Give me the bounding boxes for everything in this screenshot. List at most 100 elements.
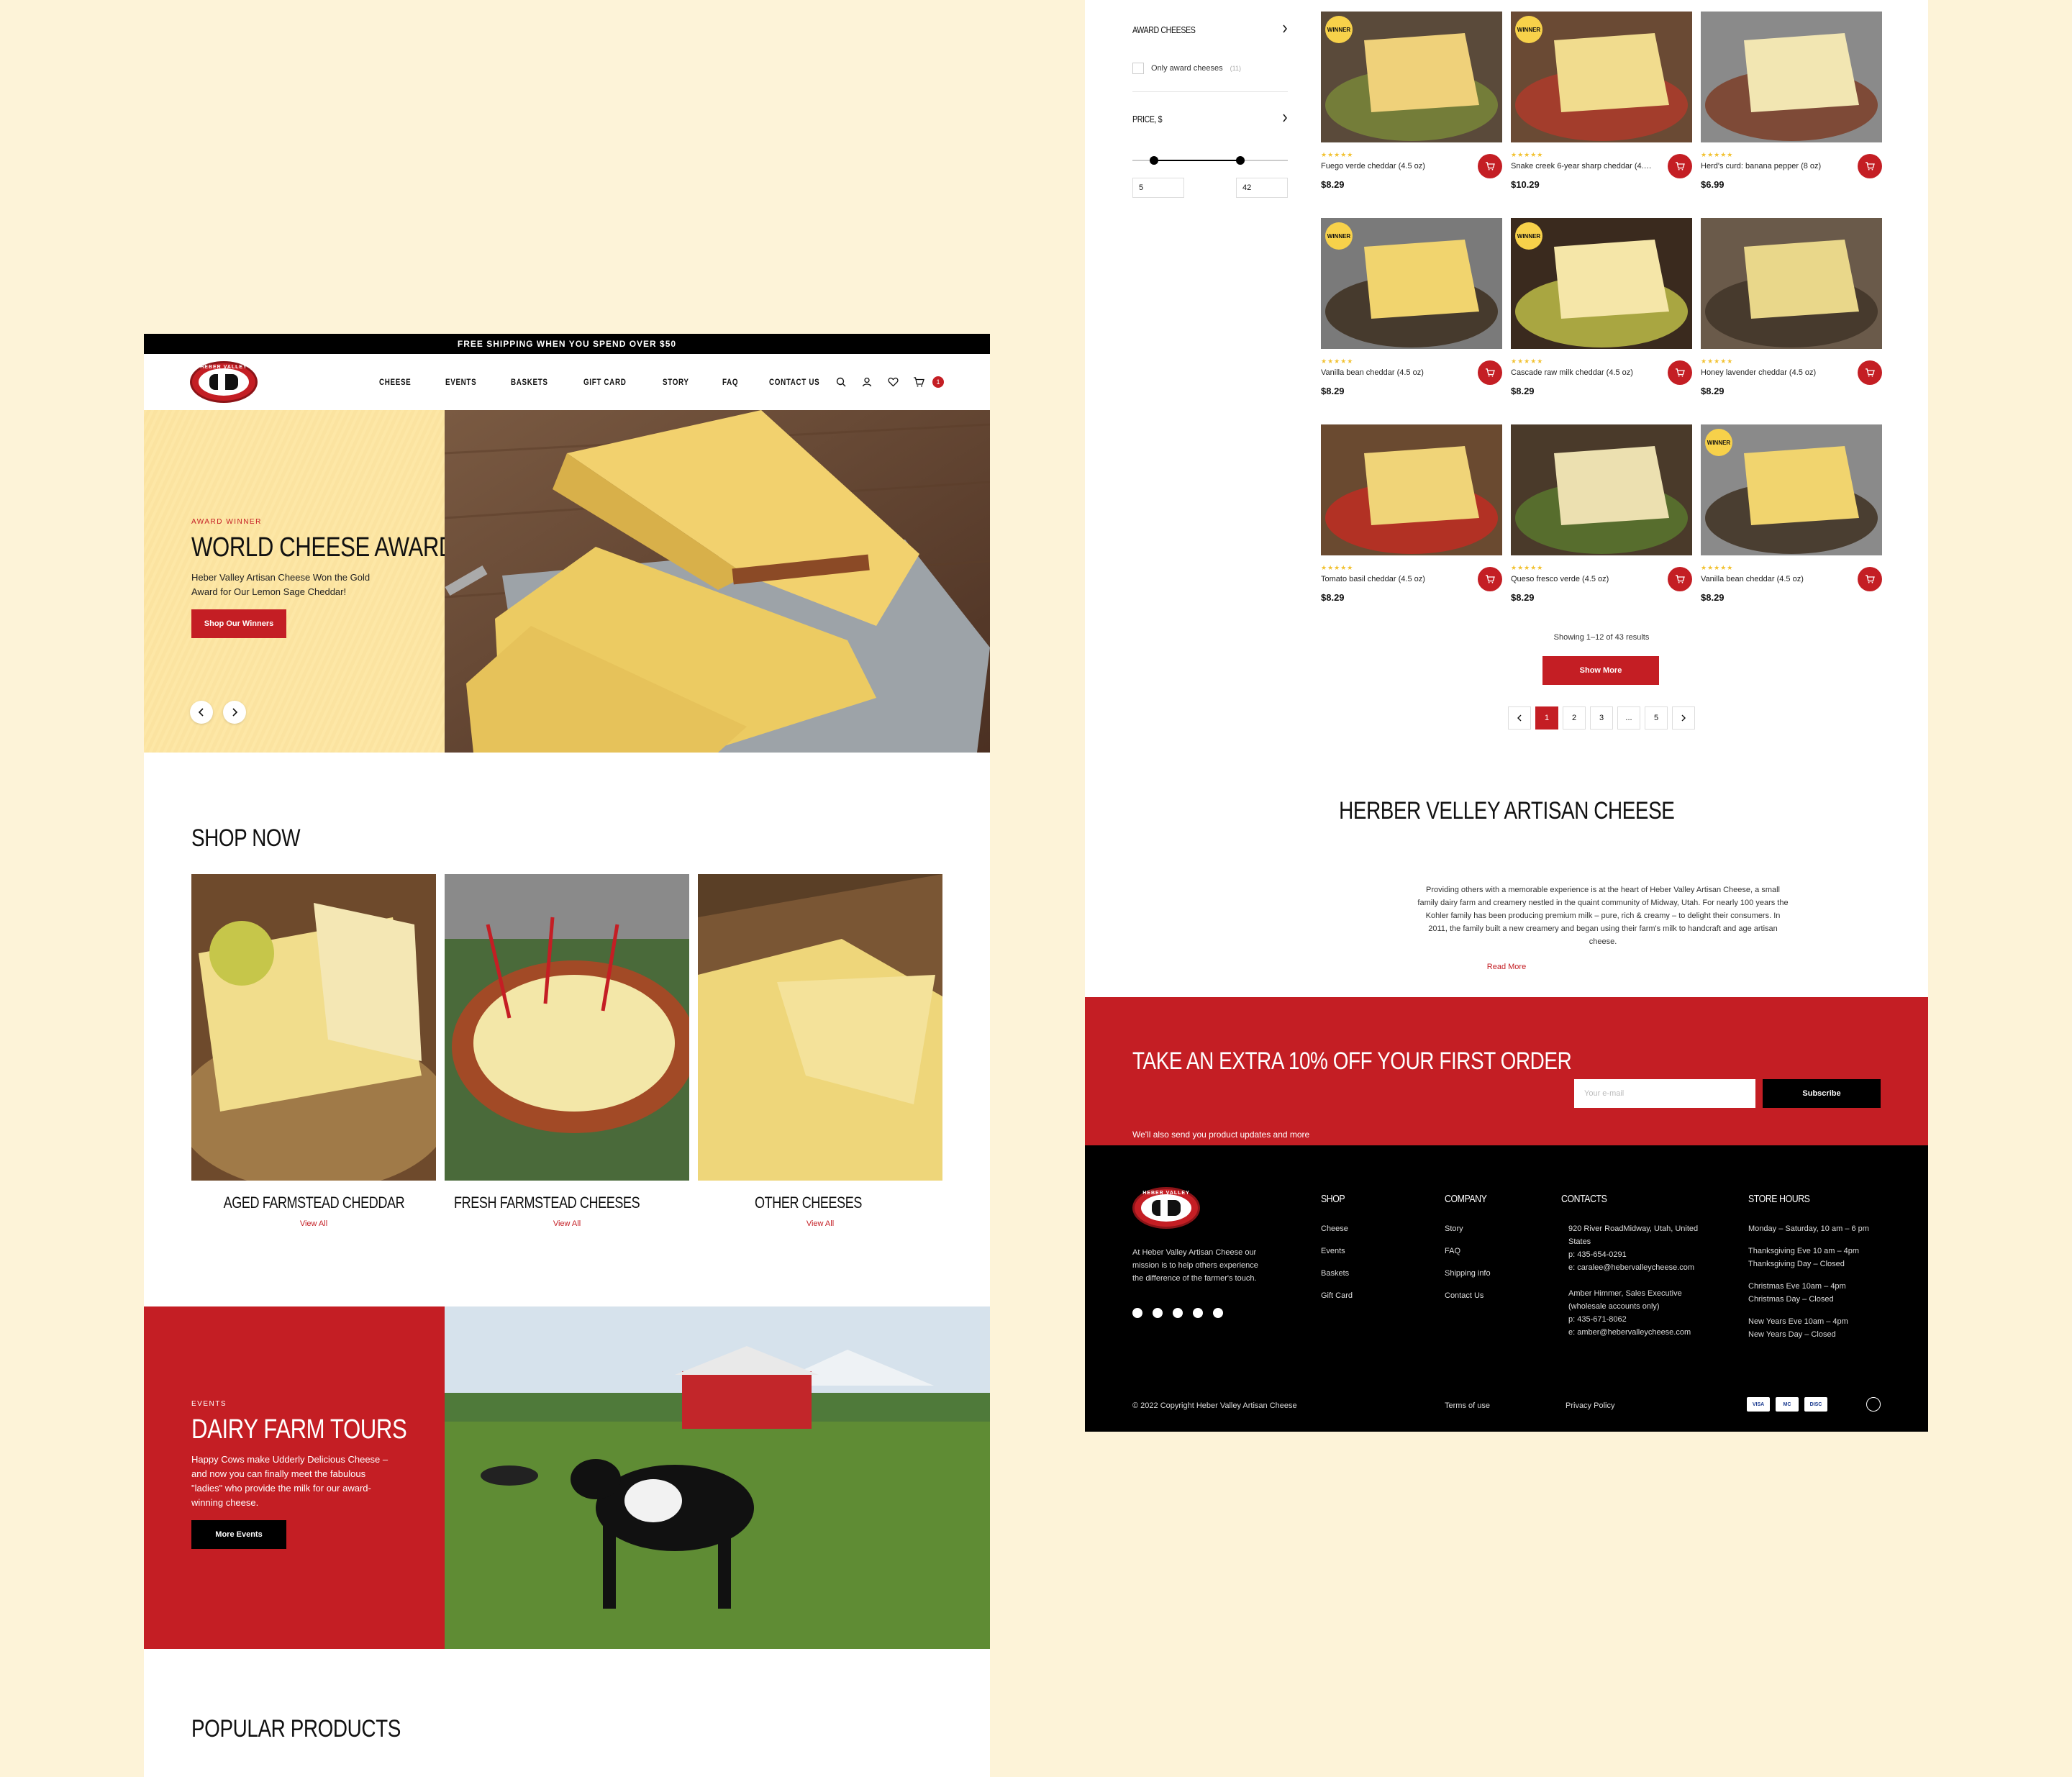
price-min-input[interactable]: 5 [1132,178,1184,198]
product-card[interactable]: ★★★★★ Honey lavender cheddar (4.5 oz) $8.2… [1701,218,1882,424]
footer-link[interactable]: Events [1321,1245,1353,1258]
price-max-handle[interactable] [1236,156,1245,165]
facebook-icon[interactable] [1132,1308,1142,1318]
product-card[interactable]: WINNER ★★★★★ Cascade raw milk cheddar (4.5… [1511,218,1692,424]
page-button[interactable]: 2 [1563,706,1586,730]
more-events-button[interactable]: More Events [191,1520,286,1549]
add-to-cart-button[interactable] [1668,154,1692,178]
cart-icon [1676,575,1685,583]
nav-item-cheese[interactable]: CHEESE [379,377,411,387]
shop-winners-button[interactable]: Shop Our Winners [191,609,286,638]
product-name[interactable]: Vanilla bean cheddar (4.5 oz) [1321,368,1465,377]
footer-link[interactable]: Shipping info [1445,1267,1496,1280]
aged-cheddar-image [191,874,436,1181]
award-checkbox[interactable] [1132,63,1144,74]
yelp-icon[interactable] [1213,1308,1223,1318]
product-card[interactable]: ★★★★★ Herd's curd: banana pepper (8 oz) $6… [1701,12,1882,218]
footer-logo[interactable]: HEBER VALLEY [1132,1187,1200,1229]
page-button[interactable]: 5 [1645,706,1668,730]
cart-count-badge: 1 [932,376,944,388]
rating-stars: ★★★★★ [1701,358,1734,365]
tripadvisor-icon[interactable] [1193,1308,1203,1318]
product-card[interactable]: WINNER ★★★★★ Vanilla bean cheddar (4.5 oz)… [1321,218,1502,424]
product-name[interactable]: Cascade raw milk cheddar (4.5 oz) [1511,368,1655,377]
add-to-cart-button[interactable] [1858,154,1882,178]
add-to-cart-button[interactable] [1668,360,1692,385]
nav-item-faq[interactable]: FAQ [722,377,738,387]
product-card[interactable]: WINNER ★★★★★ Snake creek 6-year sharp ched… [1511,12,1692,218]
product-name[interactable]: Vanilla bean cheddar (4.5 oz) [1701,575,1845,583]
read-more-link[interactable]: Read More [1085,963,1928,971]
footer-link[interactable]: Story [1445,1222,1496,1235]
subscribe-button[interactable]: Subscribe [1763,1079,1881,1108]
heart-icon[interactable] [886,376,899,388]
nav-item-events[interactable]: EVENTS [445,377,476,387]
studio-logo-icon[interactable] [1866,1397,1881,1412]
view-all-link[interactable]: View All [445,1219,689,1228]
nav-item-baskets[interactable]: BASKETS [511,377,548,387]
footer-link[interactable]: Baskets [1321,1267,1353,1280]
prev-slide-button[interactable] [190,701,213,724]
brand-logo[interactable]: HEBER VALLEY [190,361,258,403]
price-max-input[interactable]: 42 [1236,178,1288,198]
product-name[interactable]: Tomato basil cheddar (4.5 oz) [1321,575,1465,583]
add-to-cart-button[interactable] [1478,567,1502,591]
terms-link[interactable]: Terms of use [1445,1401,1490,1410]
product-card[interactable]: WINNER ★★★★★ Vanilla bean cheddar (4.5 oz)… [1701,424,1882,631]
price-min-handle[interactable] [1150,156,1158,165]
product-name[interactable]: Fuego verde cheddar (4.5 oz) [1321,162,1465,171]
category-card[interactable]: OTHER CHEESES View All [698,874,942,1228]
award-checkbox-row[interactable]: Only award cheeses (11) [1132,63,1288,74]
nav-item-story[interactable]: STORY [663,377,689,387]
page-button[interactable]: 3 [1590,706,1613,730]
contact-email[interactable]: e: amber@hebervalleycheese.com [1568,1326,1705,1339]
add-to-cart-button[interactable] [1858,360,1882,385]
add-to-cart-button[interactable] [1478,154,1502,178]
product-card[interactable]: ★★★★★ Queso fresco verde (4.5 oz) $8.29 [1511,424,1692,631]
user-icon[interactable] [860,376,873,388]
hours-line: Thanksgiving Day – Closed [1748,1260,1845,1268]
add-to-cart-button[interactable] [1858,567,1882,591]
contact-person: Amber Himmer, Sales Executive (wholesale… [1568,1289,1682,1311]
category-card[interactable]: AGED FARMSTEAD CHEDDAR View All [191,874,436,1228]
cart-icon[interactable] [912,376,925,388]
footer-link[interactable]: Contact Us [1445,1289,1496,1302]
winner-badge: WINNER [1325,16,1353,43]
popular-products-title: POPULAR PRODUCTS [191,1715,401,1742]
award-filter-header[interactable]: AWARD CHEESES [1132,24,1288,35]
footer-link[interactable]: Gift Card [1321,1289,1353,1302]
add-to-cart-button[interactable] [1668,567,1692,591]
price-filter-header[interactable]: PRICE, $ [1132,114,1288,124]
category-card[interactable]: FRESH FARMSTEAD CHEESES View All [445,874,689,1228]
next-slide-button[interactable] [223,701,246,724]
add-to-cart-button[interactable] [1478,360,1502,385]
contact-email[interactable]: e: caralee@hebervalleycheese.com [1568,1261,1705,1274]
product-name[interactable]: Honey lavender cheddar (4.5 oz) [1701,368,1845,377]
product-card[interactable]: WINNER ★★★★★ Fuego verde cheddar (4.5 oz) $… [1321,12,1502,218]
instagram-icon[interactable] [1153,1308,1163,1318]
product-name[interactable]: Queso fresco verde (4.5 oz) [1511,575,1655,583]
email-input[interactable]: Your e-mail [1574,1079,1755,1108]
youtube-icon[interactable] [1173,1308,1183,1318]
footer-company-title: COMPANY [1445,1193,1487,1205]
contact-phone: p: 435-671-8062 [1568,1315,1627,1324]
footer-link[interactable]: FAQ [1445,1245,1496,1258]
search-icon[interactable] [835,376,848,388]
price-slider[interactable] [1132,156,1288,165]
view-all-link[interactable]: View All [191,1219,436,1228]
view-all-link[interactable]: View All [698,1219,942,1228]
nav-item-gift-card[interactable]: GIFT CARD [583,377,626,387]
product-card[interactable]: ★★★★★ Tomato basil cheddar (4.5 oz) $8.29 [1321,424,1502,631]
prev-page-button[interactable] [1508,706,1531,730]
show-more-button[interactable]: Show More [1542,656,1659,685]
page-button[interactable]: 1 [1535,706,1558,730]
product-name[interactable]: Herd's curd: banana pepper (8 oz) [1701,162,1845,171]
footer-link[interactable]: Cheese [1321,1222,1353,1235]
footer-shop-title: SHOP [1321,1193,1345,1205]
nav-item-contact-us[interactable]: CONTACT US [769,377,819,387]
privacy-link[interactable]: Privacy Policy [1566,1401,1614,1410]
product-name[interactable]: Snake creek 6-year sharp cheddar (4.5 oz… [1511,162,1655,171]
next-page-button[interactable] [1672,706,1695,730]
filter-sidebar: AWARD CHEESES Only award cheeses (11) PR… [1132,0,1288,198]
hours-line: Christmas Eve 10am – 4pm [1748,1282,1846,1291]
